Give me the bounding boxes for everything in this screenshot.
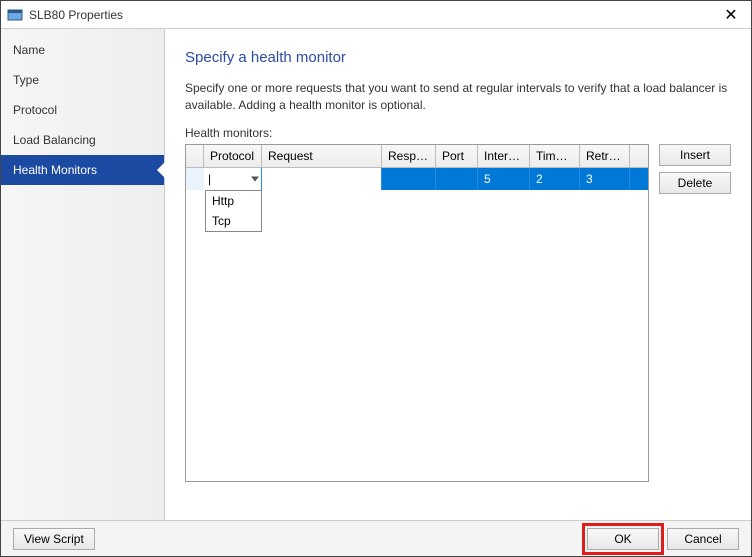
sidebar-item-load-balancing[interactable]: Load Balancing	[1, 125, 164, 155]
col-protocol[interactable]: Protocol	[204, 145, 262, 167]
protocol-combobox[interactable]: |	[204, 168, 261, 190]
col-request[interactable]: Request	[262, 145, 382, 167]
view-script-button[interactable]: View Script	[13, 528, 95, 550]
retries-cell[interactable]: 3	[580, 168, 630, 190]
col-retries[interactable]: Retries	[580, 145, 630, 167]
response-cell[interactable]	[382, 168, 436, 190]
main-panel: Specify a health monitor Specify one or …	[165, 29, 751, 520]
sidebar-item-protocol[interactable]: Protocol	[1, 95, 164, 125]
col-interval[interactable]: Interval	[478, 145, 530, 167]
chevron-down-icon[interactable]	[251, 176, 259, 181]
request-input[interactable]	[262, 168, 381, 190]
sidebar-item-type[interactable]: Type	[1, 65, 164, 95]
grid-row[interactable]: | 5 2 3	[186, 168, 648, 190]
window-title: SLB80 Properties	[29, 8, 123, 22]
col-timeout[interactable]: Time-…	[530, 145, 580, 167]
grid-header: Protocol Request Respo… Port Interval Ti…	[186, 145, 648, 168]
page-heading: Specify a health monitor	[185, 49, 731, 66]
app-icon	[7, 7, 23, 23]
sidebar-item-health-monitors[interactable]: Health Monitors	[1, 155, 164, 185]
timeout-cell[interactable]: 2	[530, 168, 580, 190]
protocol-option-tcp[interactable]: Tcp	[206, 211, 261, 231]
text-caret: |	[208, 172, 211, 186]
cancel-button[interactable]: Cancel	[667, 528, 739, 550]
delete-button[interactable]: Delete	[659, 172, 731, 194]
row-header[interactable]	[186, 168, 204, 190]
close-icon: ✕	[724, 5, 737, 25]
dialog-body: Name Type Protocol Load Balancing Health…	[1, 29, 751, 520]
protocol-dropdown[interactable]: Http Tcp	[205, 190, 262, 232]
page-description: Specify one or more requests that you wa…	[185, 80, 731, 114]
col-port[interactable]: Port	[436, 145, 478, 167]
port-cell[interactable]	[436, 168, 478, 190]
ok-button[interactable]: OK	[587, 528, 659, 550]
health-monitor-grid[interactable]: Protocol Request Respo… Port Interval Ti…	[185, 144, 649, 482]
titlebar: SLB80 Properties ✕	[1, 1, 751, 29]
grid-side-buttons: Insert Delete	[659, 144, 731, 482]
col-response[interactable]: Respo…	[382, 145, 436, 167]
protocol-option-http[interactable]: Http	[206, 191, 261, 211]
dialog-window: SLB80 Properties ✕ Name Type Protocol Lo…	[0, 0, 752, 557]
sidebar: Name Type Protocol Load Balancing Health…	[1, 29, 165, 520]
sidebar-item-name[interactable]: Name	[1, 35, 164, 65]
dialog-footer: View Script OK Cancel	[1, 520, 751, 556]
row-header-corner	[186, 145, 204, 167]
list-label: Health monitors:	[185, 126, 731, 140]
insert-button[interactable]: Insert	[659, 144, 731, 166]
interval-cell[interactable]: 5	[478, 168, 530, 190]
close-button[interactable]: ✕	[711, 1, 751, 29]
